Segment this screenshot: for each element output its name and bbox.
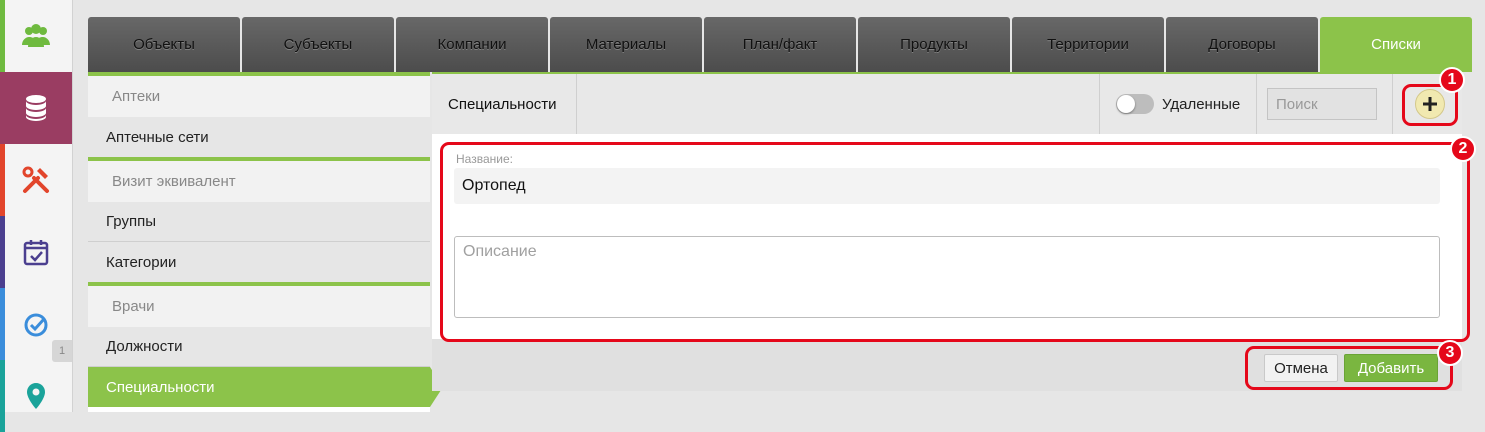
tab-label: Списки xyxy=(1371,36,1421,53)
annotation-number: 2 xyxy=(1450,136,1476,162)
cancel-button[interactable]: Отмена xyxy=(1264,354,1338,382)
sidebar-rail: 1 xyxy=(0,0,73,432)
deleted-toggle-group: Удаленные xyxy=(1099,74,1249,134)
rail-accent-bar xyxy=(0,360,5,432)
database-icon xyxy=(26,95,46,121)
tab-materials[interactable]: Материалы xyxy=(550,17,702,72)
rail-accent-bar xyxy=(0,144,5,216)
plus-icon xyxy=(1423,97,1437,111)
tab-label: Материалы xyxy=(585,36,667,53)
list-item-active[interactable]: Специальности xyxy=(88,367,443,407)
tab-products[interactable]: Продукты xyxy=(858,17,1010,72)
rail-accent-bar xyxy=(0,216,5,288)
tab-plan-fact[interactable]: План/факт xyxy=(704,17,856,72)
calendar-check-icon xyxy=(23,240,49,266)
deleted-toggle-label: Удаленные xyxy=(1162,95,1241,113)
add-button[interactable] xyxy=(1415,89,1445,119)
description-field[interactable] xyxy=(454,236,1440,318)
name-field-label: Название: xyxy=(456,152,513,166)
panel-header: Специальности Удаленные xyxy=(432,72,1462,134)
tab-companies[interactable]: Компании xyxy=(396,17,548,72)
deleted-toggle[interactable] xyxy=(1116,94,1154,114)
tab-lists[interactable]: Списки xyxy=(1320,17,1472,72)
sidebar-item-users[interactable] xyxy=(0,0,72,72)
tab-contracts[interactable]: Договоры xyxy=(1166,17,1318,72)
rail-accent-bar xyxy=(0,0,5,72)
search-input[interactable] xyxy=(1267,88,1377,120)
sidebar-item-tools[interactable] xyxy=(0,144,72,216)
lists-navigation: Аптеки Аптечные сети Визит эквивалент Гр… xyxy=(88,72,443,412)
list-item[interactable]: Должности xyxy=(88,327,430,367)
toggle-knob xyxy=(1117,95,1135,113)
name-field[interactable]: Ортопед xyxy=(454,168,1440,204)
tab-label: Субъекты xyxy=(283,36,353,53)
tools-icon xyxy=(22,166,49,193)
tab-label: Объекты xyxy=(133,36,195,53)
list-section-header: Аптеки xyxy=(88,72,430,117)
annotation-number: 1 xyxy=(1439,67,1465,93)
tab-subjects[interactable]: Субъекты xyxy=(242,17,394,72)
map-pin-icon xyxy=(27,383,45,409)
notification-badge[interactable]: 1 xyxy=(52,340,72,362)
main-tabs: Объекты Субъекты Компании Материалы План… xyxy=(88,17,1474,72)
search-group xyxy=(1256,74,1387,134)
submit-add-button[interactable]: Добавить xyxy=(1344,354,1438,382)
list-item[interactable]: Категории xyxy=(88,242,430,282)
sidebar-item-database[interactable] xyxy=(0,72,72,144)
tab-label: Территории xyxy=(1047,36,1129,53)
annotation-number: 3 xyxy=(1437,340,1463,366)
form-footer: Отмена Добавить xyxy=(432,339,1462,391)
tab-label: План/факт xyxy=(742,36,818,53)
users-icon xyxy=(22,24,50,47)
tab-objects[interactable]: Объекты xyxy=(88,17,240,72)
rail-accent-bar xyxy=(0,288,5,360)
list-item[interactable]: Группы xyxy=(88,202,430,242)
new-item-form: Название: Ортопед xyxy=(432,134,1462,339)
sidebar-item-map[interactable] xyxy=(0,360,72,432)
list-item[interactable]: Аптечные сети xyxy=(88,117,430,157)
panel-title: Специальности xyxy=(432,74,577,134)
tab-label: Продукты xyxy=(900,36,968,53)
tab-label: Компании xyxy=(437,36,507,53)
list-section-header: Визит эквивалент xyxy=(88,157,430,202)
tab-label: Договоры xyxy=(1208,36,1276,53)
list-section-header: Врачи xyxy=(88,282,430,327)
check-circle-icon xyxy=(24,313,48,337)
tab-territories[interactable]: Территории xyxy=(1012,17,1164,72)
sidebar-item-calendar[interactable] xyxy=(0,216,72,288)
